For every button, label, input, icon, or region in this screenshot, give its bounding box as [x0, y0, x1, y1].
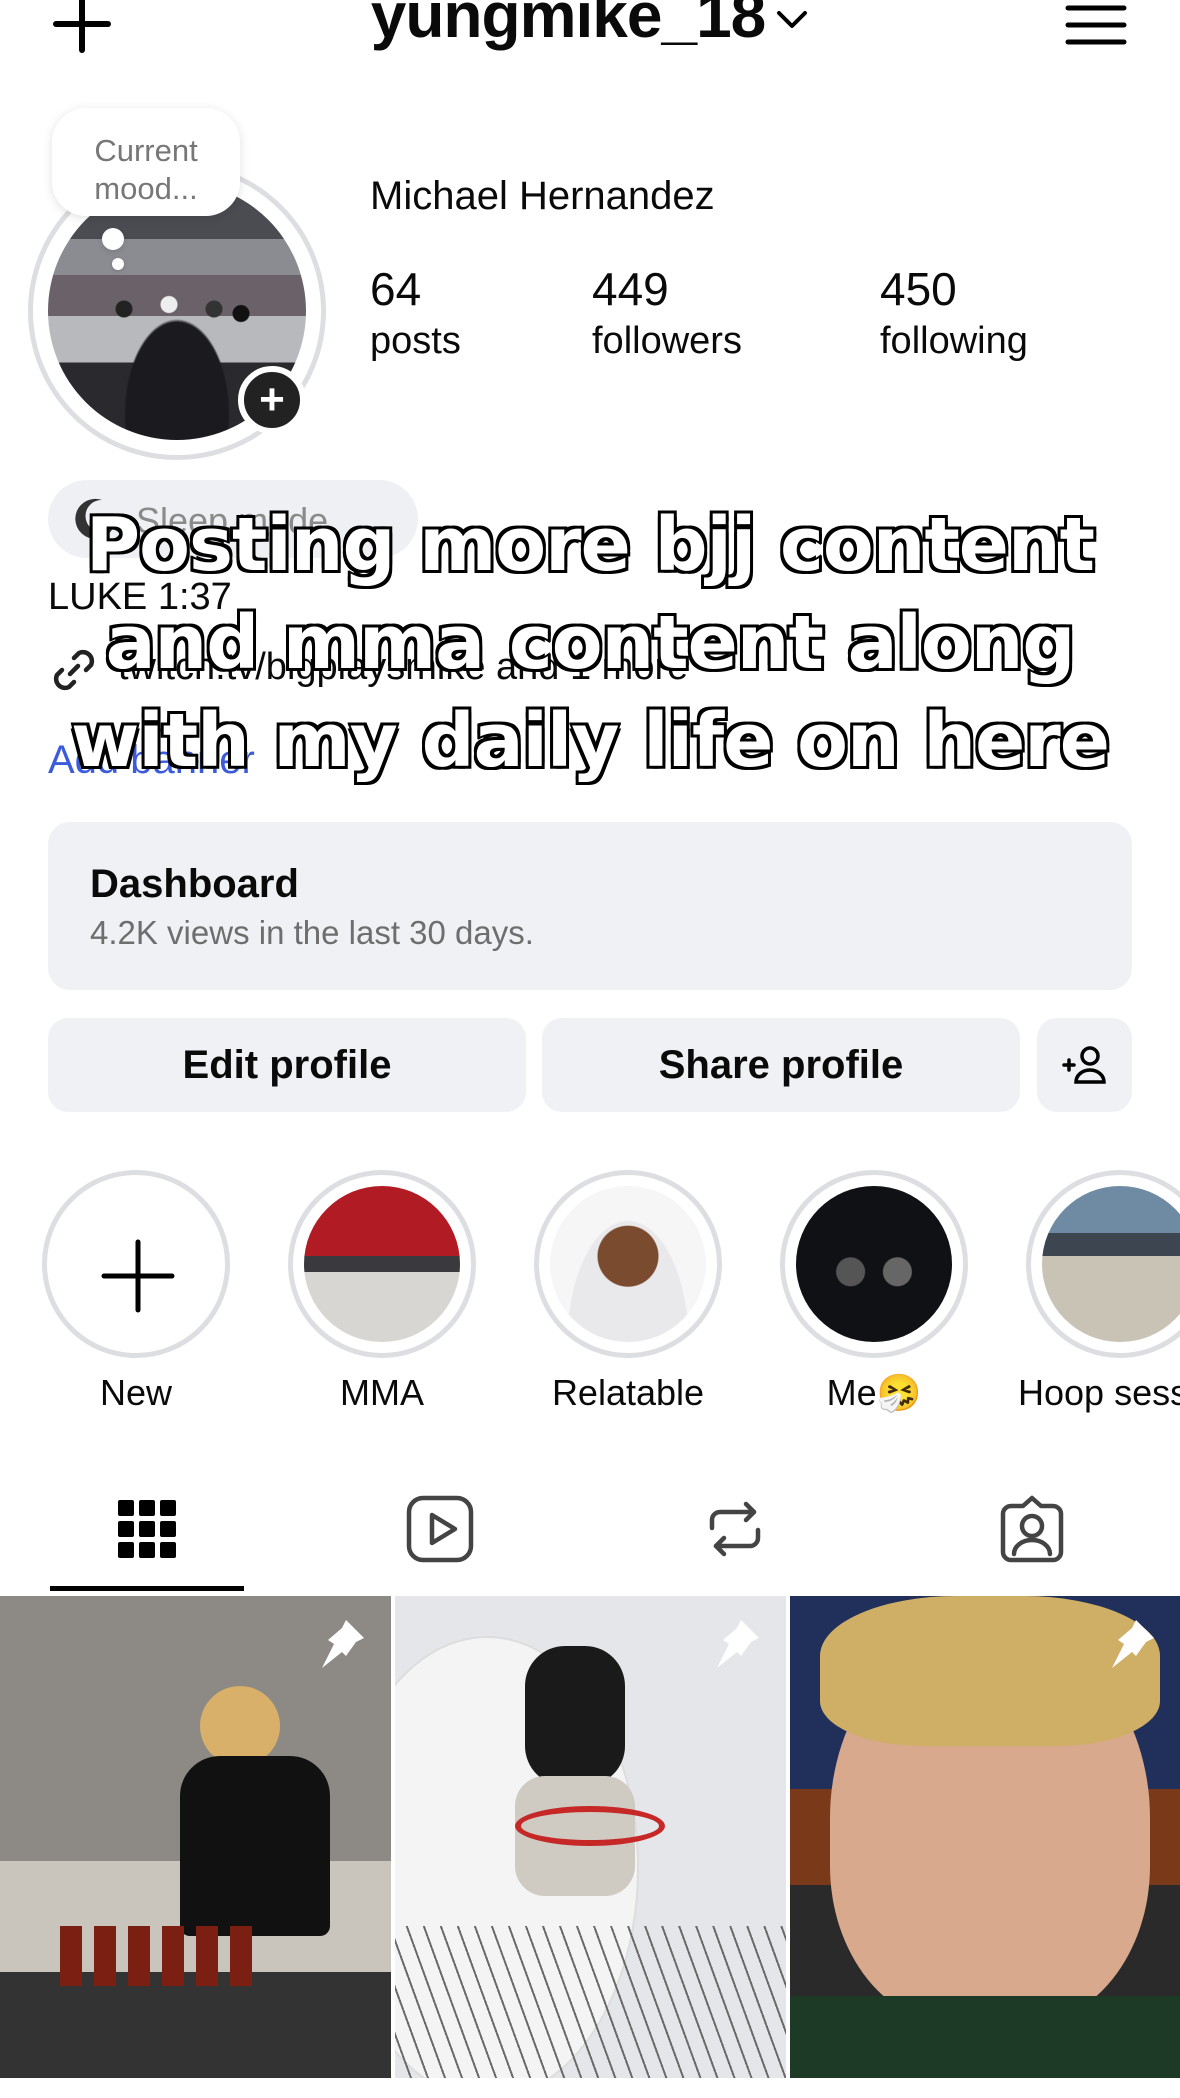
- add-person-icon: [1061, 1046, 1106, 1084]
- dashboard-subtitle: 4.2K views in the last 30 days.: [90, 914, 534, 951]
- add-story-icon[interactable]: +: [238, 366, 306, 434]
- highlight-label[interactable]: Me🤧: [754, 1372, 994, 1414]
- share-profile-button[interactable]: Share profile: [542, 1018, 1020, 1112]
- following-count[interactable]: 450: [880, 262, 957, 316]
- highlight-thumb[interactable]: [550, 1186, 706, 1342]
- highlight-label[interactable]: Relatable: [508, 1372, 748, 1414]
- highlight-thumb[interactable]: [796, 1186, 952, 1342]
- tagged-icon[interactable]: [997, 1494, 1067, 1564]
- overlay-line: Posting more bjj content: [84, 500, 1097, 590]
- chevron-down-icon: [777, 11, 808, 29]
- menu-icon[interactable]: [1064, 2, 1128, 48]
- following-label[interactable]: following: [880, 320, 1028, 363]
- post-thumbnail[interactable]: [790, 1596, 1180, 2078]
- posts-count[interactable]: 64: [370, 262, 421, 316]
- overlay-caption: Posting more bjj content and mma content…: [0, 496, 1180, 790]
- overlay-line: with my daily life on here: [69, 696, 1112, 786]
- highlight-label[interactable]: MMA: [262, 1372, 502, 1414]
- grid-icon[interactable]: [112, 1494, 182, 1564]
- dashboard-title: Dashboard: [90, 862, 299, 906]
- pin-icon: [717, 1620, 759, 1668]
- reposts-icon[interactable]: [700, 1494, 770, 1564]
- mood-bubble-dot-small: [112, 258, 124, 270]
- highlight-label[interactable]: Hoop sessions: [1000, 1372, 1180, 1414]
- reels-icon[interactable]: [405, 1494, 475, 1564]
- full-name: Michael Hernandez: [370, 174, 715, 218]
- discover-people-button[interactable]: [1037, 1018, 1132, 1112]
- pin-icon: [322, 1620, 364, 1668]
- followers-label[interactable]: followers: [592, 320, 742, 363]
- overlay-line: and mma content along: [104, 598, 1078, 688]
- highlight-thumb[interactable]: [304, 1186, 460, 1342]
- username-title: yungmike_18: [370, 0, 767, 51]
- highlight-label[interactable]: New: [16, 1372, 256, 1414]
- mood-bubble-dot: [102, 228, 124, 250]
- post-thumbnail[interactable]: [0, 1596, 391, 2078]
- posts-label[interactable]: posts: [370, 320, 461, 363]
- followers-count[interactable]: 449: [592, 262, 669, 316]
- mood-note-bubble[interactable]: Current mood...: [52, 108, 240, 216]
- pin-icon: [1112, 1620, 1154, 1668]
- mood-note-text: Current mood...: [94, 133, 198, 206]
- post-thumbnail[interactable]: [395, 1596, 786, 2078]
- plus-icon: [101, 1239, 175, 1313]
- active-tab-indicator: [50, 1586, 244, 1591]
- username-switcher[interactable]: yungmike_18: [0, 0, 1180, 52]
- edit-profile-button[interactable]: Edit profile: [48, 1018, 526, 1112]
